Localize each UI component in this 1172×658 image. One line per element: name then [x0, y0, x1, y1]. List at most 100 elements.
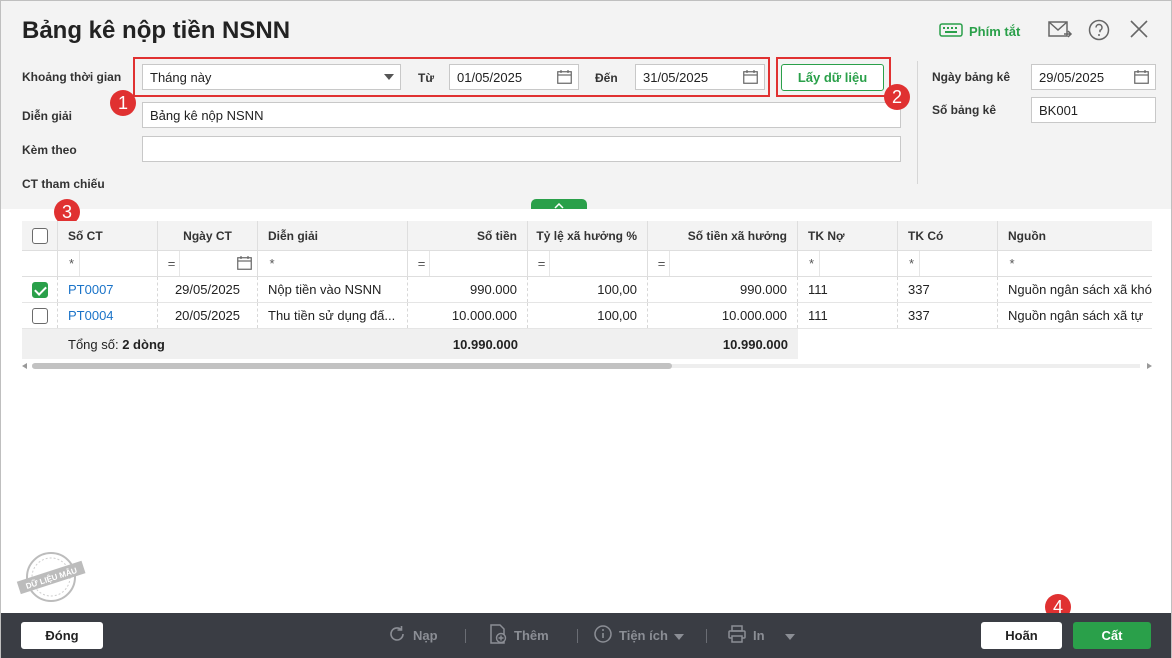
filter-op[interactable]: = — [654, 251, 670, 276]
filter-spacer — [22, 251, 58, 276]
total-spacer — [22, 329, 58, 359]
shortcut-label: Phím tắt — [969, 24, 1021, 39]
close-icon — [1129, 19, 1149, 42]
reload-label: Nạp — [413, 628, 438, 643]
add-label: Thêm — [514, 628, 549, 643]
filter-op[interactable]: * — [264, 251, 280, 276]
total-spacer — [528, 329, 648, 359]
callout-box-fetch — [776, 57, 891, 97]
add-document-icon — [488, 624, 508, 647]
col-header-tk-no[interactable]: TK Nợ — [798, 221, 898, 250]
filter-op[interactable]: * — [1004, 251, 1020, 276]
select-all-checkbox[interactable] — [31, 227, 48, 244]
row-select-cell — [22, 277, 58, 302]
row-checkbox[interactable] — [31, 281, 48, 298]
total-count: Tổng số: 2 dòng — [58, 329, 408, 359]
collapse-header-button[interactable] — [531, 199, 587, 209]
shortcut-button[interactable]: Phím tắt — [939, 23, 1020, 40]
filter-op[interactable]: = — [534, 251, 550, 276]
cell-ty-le: 100,00 — [528, 277, 648, 302]
filter-op[interactable]: = — [414, 251, 430, 276]
filter-ngay-ct[interactable]: = — [158, 251, 258, 276]
cell-so-ct[interactable]: PT0004 — [58, 303, 158, 328]
print-label: In — [753, 628, 765, 643]
calendar-icon[interactable] — [237, 256, 252, 273]
statement-date-value: 29/05/2025 — [1039, 69, 1105, 85]
filter-op[interactable]: = — [164, 251, 180, 276]
grid-filter-row: * = * = = = * * * — [22, 251, 1152, 277]
help-button[interactable] — [1088, 19, 1110, 44]
description-input[interactable]: Bảng kê nộp NSNN — [142, 102, 901, 128]
description-label: Diễn giải — [22, 109, 73, 123]
filter-so-ct[interactable]: * — [58, 251, 158, 276]
table-row[interactable]: PT0004 20/05/2025 Thu tiền sử dụng đấ...… — [22, 303, 1152, 329]
cell-dien-giai: Thu tiền sử dụng đấ... — [258, 303, 408, 328]
col-header-so-tien-xh[interactable]: Số tiền xã hưởng — [648, 221, 798, 250]
cell-ngay-ct: 20/05/2025 — [158, 303, 258, 328]
col-header-ngay-ct[interactable]: Ngày CT — [158, 221, 258, 250]
col-header-ty-le[interactable]: Tỷ lệ xã hưởng % — [528, 221, 648, 250]
statement-number-label: Số bảng kê — [932, 103, 997, 117]
col-header-nguon[interactable]: Nguồn — [998, 221, 1152, 250]
row-select-cell — [22, 303, 58, 328]
statement-date-input[interactable]: 29/05/2025 — [1031, 64, 1156, 90]
statement-number-input[interactable]: BK001 — [1031, 97, 1156, 123]
save-button[interactable]: Cất — [1073, 622, 1151, 649]
scroll-right-icon — [1147, 363, 1152, 369]
utility-menu-button[interactable]: Tiện ích — [593, 613, 684, 658]
email-button[interactable] — [1047, 19, 1073, 44]
attachment-input[interactable] — [142, 136, 901, 162]
filter-ty-le[interactable]: = — [528, 251, 648, 276]
cell-ty-le: 100,00 — [528, 303, 648, 328]
filter-tk-no[interactable]: * — [798, 251, 898, 276]
col-header-so-ct[interactable]: Số CT — [58, 221, 158, 250]
callout-badge-2: 2 — [884, 84, 910, 110]
cancel-button[interactable]: Hoãn — [981, 622, 1062, 649]
mail-forward-icon — [1047, 19, 1073, 44]
callout-box-period — [133, 57, 770, 97]
toolbar-divider — [577, 629, 578, 643]
cell-nguon: Nguồn ngân sách xã khó — [998, 277, 1152, 302]
filter-so-tien[interactable]: = — [408, 251, 528, 276]
cell-so-tien: 10.000.000 — [408, 303, 528, 328]
filter-tk-co[interactable]: * — [898, 251, 998, 276]
select-all-cell — [22, 221, 58, 250]
cell-nguon: Nguồn ngân sách xã tự — [998, 303, 1152, 328]
filter-so-tien-xh[interactable]: = — [648, 251, 798, 276]
filter-op[interactable]: * — [64, 251, 80, 276]
reload-button[interactable]: Nạp — [387, 613, 438, 658]
attachment-label: Kèm theo — [22, 143, 77, 157]
calendar-icon[interactable] — [1134, 70, 1149, 84]
add-button[interactable]: Thêm — [488, 613, 549, 658]
table-row[interactable]: PT0007 29/05/2025 Nộp tiền vào NSNN 990.… — [22, 277, 1152, 303]
filter-nguon[interactable]: * — [998, 251, 1152, 276]
filter-op[interactable]: * — [904, 251, 920, 276]
cell-tk-no: 111 — [798, 277, 898, 302]
scroll-thumb[interactable] — [32, 363, 672, 369]
sample-data-stamp: DỮ LIỆU MẪU — [15, 547, 87, 607]
cell-tk-no: 111 — [798, 303, 898, 328]
close-button[interactable] — [1129, 19, 1149, 42]
period-label: Khoảng thời gian — [22, 70, 122, 84]
col-header-dien-giai[interactable]: Diễn giải — [258, 221, 408, 250]
grid-horizontal-scrollbar[interactable] — [22, 362, 1152, 370]
toolbar-divider — [706, 629, 707, 643]
filter-dien-giai[interactable]: * — [258, 251, 408, 276]
dialog-title: Bảng kê nộp tiền NSNN — [22, 17, 291, 44]
grid-header-row: Số CT Ngày CT Diễn giải Số tiền Tỷ lệ xã… — [22, 221, 1152, 251]
reference-label: CT tham chiếu — [22, 177, 105, 191]
voucher-grid: Số CT Ngày CT Diễn giải Số tiền Tỷ lệ xã… — [22, 221, 1152, 361]
col-header-so-tien[interactable]: Số tiền — [408, 221, 528, 250]
scroll-left-icon — [22, 363, 27, 369]
row-checkbox[interactable] — [31, 307, 48, 324]
cell-tk-co: 337 — [898, 277, 998, 302]
print-menu-button[interactable]: In — [727, 613, 795, 658]
total-shared-amount: 10.990.000 — [722, 336, 788, 352]
cell-so-tien-xh: 990.000 — [648, 277, 798, 302]
close-dialog-button[interactable]: Đóng — [21, 622, 103, 649]
filter-op[interactable]: * — [804, 251, 820, 276]
cell-so-ct[interactable]: PT0007 — [58, 277, 158, 302]
callout-badge-1: 1 — [110, 90, 136, 116]
footer-toolbar: Đóng Nạp Thêm Tiện ích In Hoãn Cất — [1, 613, 1171, 658]
col-header-tk-co[interactable]: TK Có — [898, 221, 998, 250]
